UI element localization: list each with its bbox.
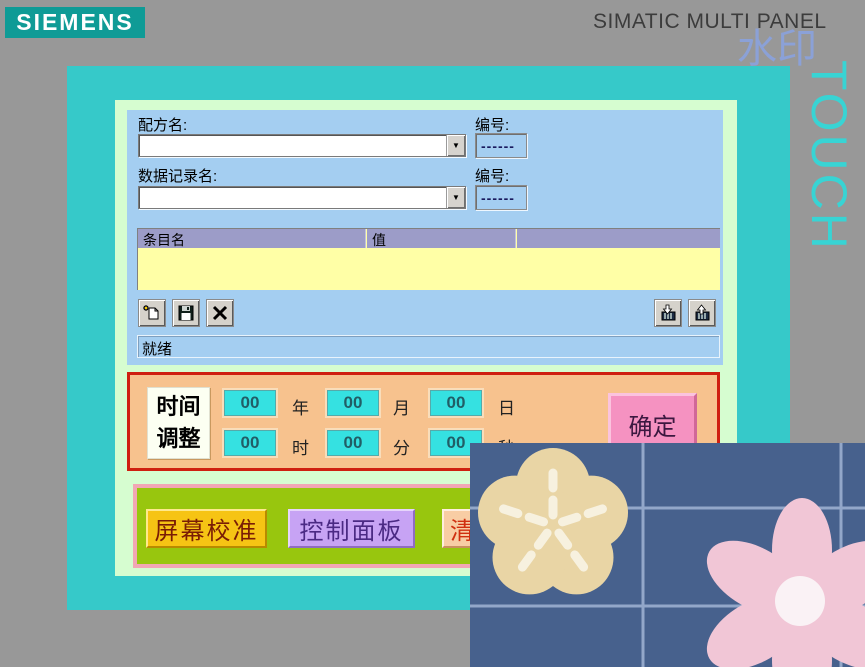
screen-calibrate-button[interactable]: 屏幕校准 [146, 509, 267, 548]
control-panel-button[interactable]: 控制面板 [288, 509, 415, 548]
column-header-blank [517, 229, 720, 248]
day-unit-label: 日 [498, 399, 515, 418]
record-name-combobox[interactable]: ▼ [138, 186, 466, 209]
recipe-number-label: 编号: [475, 117, 510, 134]
save-icon [178, 305, 194, 321]
record-number-label: 编号: [475, 168, 510, 185]
recipe-name-label: 配方名: [138, 117, 188, 134]
cream-blossom [478, 448, 628, 595]
time-adjust-title: 时间 调整 [147, 387, 210, 459]
transfer-from-plc-button[interactable] [688, 299, 716, 327]
year-unit-label: 年 [292, 399, 309, 418]
siemens-logo: SIEMENS [5, 7, 145, 38]
hour-unit-label: 时 [292, 439, 309, 458]
new-record-icon [143, 305, 159, 320]
recipe-entries-table: 条目名 值 [137, 228, 720, 290]
flower-pattern-graphic [470, 443, 865, 667]
status-bar: 就绪 [137, 335, 720, 358]
year-field[interactable]: 00 [222, 388, 278, 418]
recipe-name-value[interactable] [139, 135, 446, 156]
record-number-field: ------ [475, 185, 527, 210]
time-title-line2: 调整 [156, 426, 201, 451]
delete-x-icon [212, 305, 228, 321]
record-name-label: 数据记录名: [138, 168, 218, 185]
column-header-entry: 条目名 [138, 229, 366, 248]
transfer-to-plc-button[interactable] [654, 299, 682, 327]
recipe-entries-list[interactable] [138, 248, 720, 290]
month-field[interactable]: 00 [325, 388, 381, 418]
column-header-value: 值 [367, 229, 516, 248]
delete-record-button[interactable] [206, 299, 234, 327]
save-record-button[interactable] [172, 299, 200, 327]
new-record-button[interactable] [138, 299, 166, 327]
recipe-name-combobox[interactable]: ▼ [138, 134, 466, 157]
month-unit-label: 月 [393, 399, 410, 418]
hour-field[interactable]: 00 [222, 428, 278, 458]
record-name-value[interactable] [139, 187, 446, 208]
chevron-down-icon[interactable]: ▼ [446, 135, 465, 156]
recipe-view: 配方名: ▼ 编号: ------ 数据记录名: ▼ 编号: ------ 条目… [127, 110, 723, 365]
time-title-line1: 时间 [156, 394, 201, 420]
upload-from-plc-icon [695, 304, 710, 321]
pink-flower [706, 498, 865, 667]
touch-side-label: TOUCH [801, 60, 857, 252]
minute-unit-label: 分 [393, 439, 410, 458]
chevron-down-icon[interactable]: ▼ [446, 187, 465, 208]
watermark-text: 水印 [737, 27, 817, 71]
minute-field[interactable]: 00 [325, 428, 381, 458]
recipe-number-field: ------ [475, 133, 527, 158]
day-field[interactable]: 00 [428, 388, 484, 418]
download-to-plc-icon [661, 304, 676, 321]
flower-pattern-image [470, 443, 865, 667]
